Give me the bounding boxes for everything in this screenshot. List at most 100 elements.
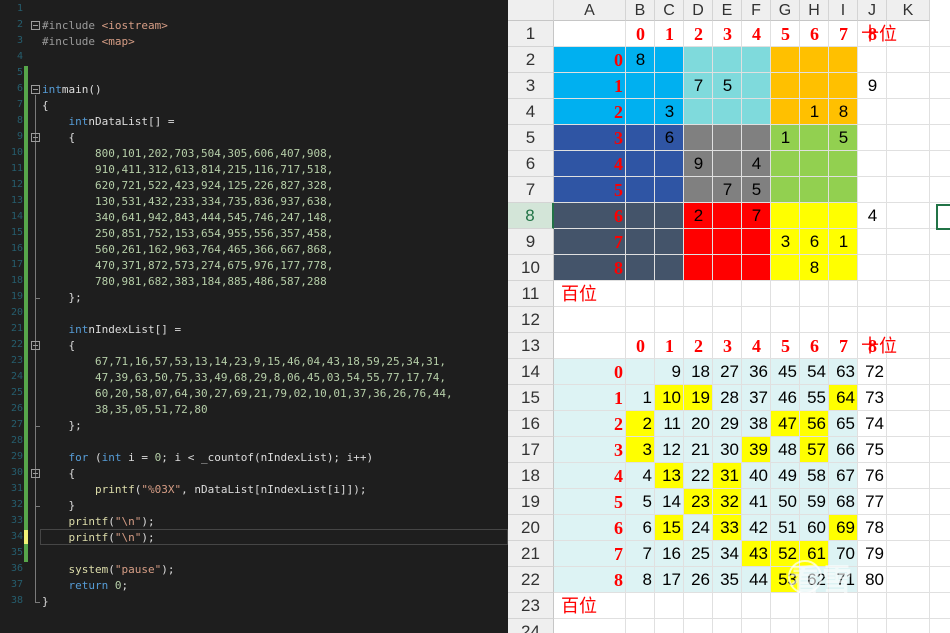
- code-line[interactable]: 250,851,752,153,654,955,556,357,458,: [42, 226, 333, 242]
- grid2-cell[interactable]: 11: [655, 411, 684, 437]
- grid1-cell[interactable]: 8: [829, 99, 858, 125]
- grid2-cell[interactable]: 27: [713, 359, 742, 385]
- code-line[interactable]: system("pause");: [42, 562, 175, 578]
- grid1-cell[interactable]: 8: [626, 47, 655, 73]
- grid2-cell[interactable]: 25: [684, 541, 713, 567]
- grid2-cell[interactable]: 29: [713, 411, 742, 437]
- code-line[interactable]: #include <iostream>: [42, 18, 168, 34]
- grid2-cell[interactable]: 6: [626, 515, 655, 541]
- code-line[interactable]: }: [42, 498, 75, 514]
- grid2-cell[interactable]: 16: [655, 541, 684, 567]
- code-line[interactable]: printf("%03X", nDataList[nIndexList[i]])…: [42, 482, 367, 498]
- selected-cell-indicator[interactable]: [936, 204, 950, 230]
- row-header[interactable]: 1: [508, 21, 554, 47]
- code-line[interactable]: 800,101,202,703,504,305,606,407,908,: [42, 146, 333, 162]
- code-line[interactable]: {: [42, 466, 75, 482]
- grid2-cell[interactable]: 17: [655, 567, 684, 593]
- row-header[interactable]: 10: [508, 255, 554, 281]
- grid2-cell[interactable]: 41: [742, 489, 771, 515]
- grid1-cell[interactable]: 2: [684, 203, 713, 229]
- row-header[interactable]: 12: [508, 307, 554, 333]
- code-line[interactable]: 780,981,682,383,184,885,486,587,288: [42, 274, 327, 290]
- code-line[interactable]: intnIndexList[] =: [42, 322, 182, 338]
- grid1-cell[interactable]: 5: [713, 73, 742, 99]
- grid2-cell[interactable]: 57: [800, 437, 829, 463]
- grid2-cell[interactable]: 33: [713, 515, 742, 541]
- fold-toggle-icon[interactable]: [31, 21, 40, 30]
- column-header[interactable]: A: [554, 0, 626, 21]
- column-header[interactable]: C: [655, 0, 684, 21]
- grid2-cell[interactable]: 23: [684, 489, 713, 515]
- grid2-cell[interactable]: 78: [858, 515, 887, 541]
- grid2-cell[interactable]: 56: [800, 411, 829, 437]
- grid2-cell[interactable]: 75: [858, 437, 887, 463]
- column-header[interactable]: J: [858, 0, 887, 21]
- column-header[interactable]: H: [800, 0, 829, 21]
- code-line[interactable]: };: [42, 418, 81, 434]
- grid2-cell[interactable]: 64: [829, 385, 858, 411]
- grid2-cell[interactable]: 63: [829, 359, 858, 385]
- fold-toggle-icon[interactable]: [31, 341, 40, 350]
- grid2-cell[interactable]: 15: [655, 515, 684, 541]
- grid2-cell[interactable]: 34: [713, 541, 742, 567]
- grid2-cell[interactable]: 13: [655, 463, 684, 489]
- grid2-cell[interactable]: 51: [771, 515, 800, 541]
- code-line[interactable]: intnDataList[] =: [42, 114, 175, 130]
- grid2-cell[interactable]: 43: [742, 541, 771, 567]
- code-line[interactable]: }: [42, 594, 49, 610]
- grid2-cell[interactable]: 66: [829, 437, 858, 463]
- row-header[interactable]: 5: [508, 125, 554, 151]
- grid1-cell[interactable]: 7: [713, 177, 742, 203]
- grid2-cell[interactable]: 76: [858, 463, 887, 489]
- grid1-cell[interactable]: 7: [684, 73, 713, 99]
- grid2-cell[interactable]: 35: [713, 567, 742, 593]
- row-header[interactable]: 4: [508, 99, 554, 125]
- grid2-cell[interactable]: 26: [684, 567, 713, 593]
- code-line[interactable]: 910,411,312,613,814,215,116,717,518,: [42, 162, 333, 178]
- row-header[interactable]: 7: [508, 177, 554, 203]
- grid1-cell[interactable]: 7: [742, 203, 771, 229]
- column-header[interactable]: I: [829, 0, 858, 21]
- spreadsheet[interactable]: A B C D E F G H I J K 1 2 3 4 5 6 7 8 9 10 11 12 13 14 15 16 17 18 19…: [508, 0, 950, 633]
- code-line[interactable]: 67,71,16,57,53,13,14,23,9,15,46,04,43,18…: [42, 354, 446, 370]
- code-line[interactable]: 60,20,58,07,64,30,27,69,21,79,02,10,01,3…: [42, 386, 453, 402]
- grid1-cell[interactable]: 1: [771, 125, 800, 151]
- grid1-cell[interactable]: 5: [742, 177, 771, 203]
- row-header[interactable]: 3: [508, 73, 554, 99]
- fold-toggle-icon[interactable]: [31, 85, 40, 94]
- grid2-cell[interactable]: 22: [684, 463, 713, 489]
- grid2-cell[interactable]: 21: [684, 437, 713, 463]
- row-header[interactable]: 17: [508, 437, 554, 463]
- grid2-cell[interactable]: 49: [771, 463, 800, 489]
- column-header[interactable]: G: [771, 0, 800, 21]
- row-header[interactable]: 15: [508, 385, 554, 411]
- fold-toggle-icon[interactable]: [31, 469, 40, 478]
- grid1-cell[interactable]: 5: [829, 125, 858, 151]
- grid1-cell[interactable]: 9: [684, 151, 713, 177]
- code-line[interactable]: {: [42, 98, 49, 114]
- code-line[interactable]: 47,39,63,50,75,33,49,68,29,8,06,45,03,54…: [42, 370, 446, 386]
- grid2-cell[interactable]: 68: [829, 489, 858, 515]
- code-line[interactable]: 38,35,05,51,72,80: [42, 402, 208, 418]
- grid2-cell[interactable]: 18: [684, 359, 713, 385]
- grid2-cell[interactable]: 14: [655, 489, 684, 515]
- column-header[interactable]: K: [887, 0, 930, 21]
- select-all-corner[interactable]: [508, 0, 554, 21]
- grid2-cell[interactable]: 59: [800, 489, 829, 515]
- row-header[interactable]: 16: [508, 411, 554, 437]
- grid2-cell[interactable]: 47: [771, 411, 800, 437]
- grid2-cell[interactable]: 30: [713, 437, 742, 463]
- code-line[interactable]: printf("\n");: [42, 514, 155, 530]
- grid2-cell[interactable]: 46: [771, 385, 800, 411]
- grid2-cell[interactable]: 28: [713, 385, 742, 411]
- code-line[interactable]: 560,261,162,963,764,465,366,667,868,: [42, 242, 333, 258]
- grid2-cell[interactable]: 36: [742, 359, 771, 385]
- code-line[interactable]: #include <map>: [42, 34, 135, 50]
- grid2-cell[interactable]: 58: [800, 463, 829, 489]
- grid2-cell[interactable]: 44: [742, 567, 771, 593]
- grid2-cell[interactable]: 37: [742, 385, 771, 411]
- grid2-cell[interactable]: 73: [858, 385, 887, 411]
- code-line[interactable]: 340,641,942,843,444,545,746,247,148,: [42, 210, 333, 226]
- grid1-cell[interactable]: 8: [800, 255, 829, 281]
- code-line[interactable]: for (int i = 0; i < _countof(nIndexList)…: [42, 450, 374, 466]
